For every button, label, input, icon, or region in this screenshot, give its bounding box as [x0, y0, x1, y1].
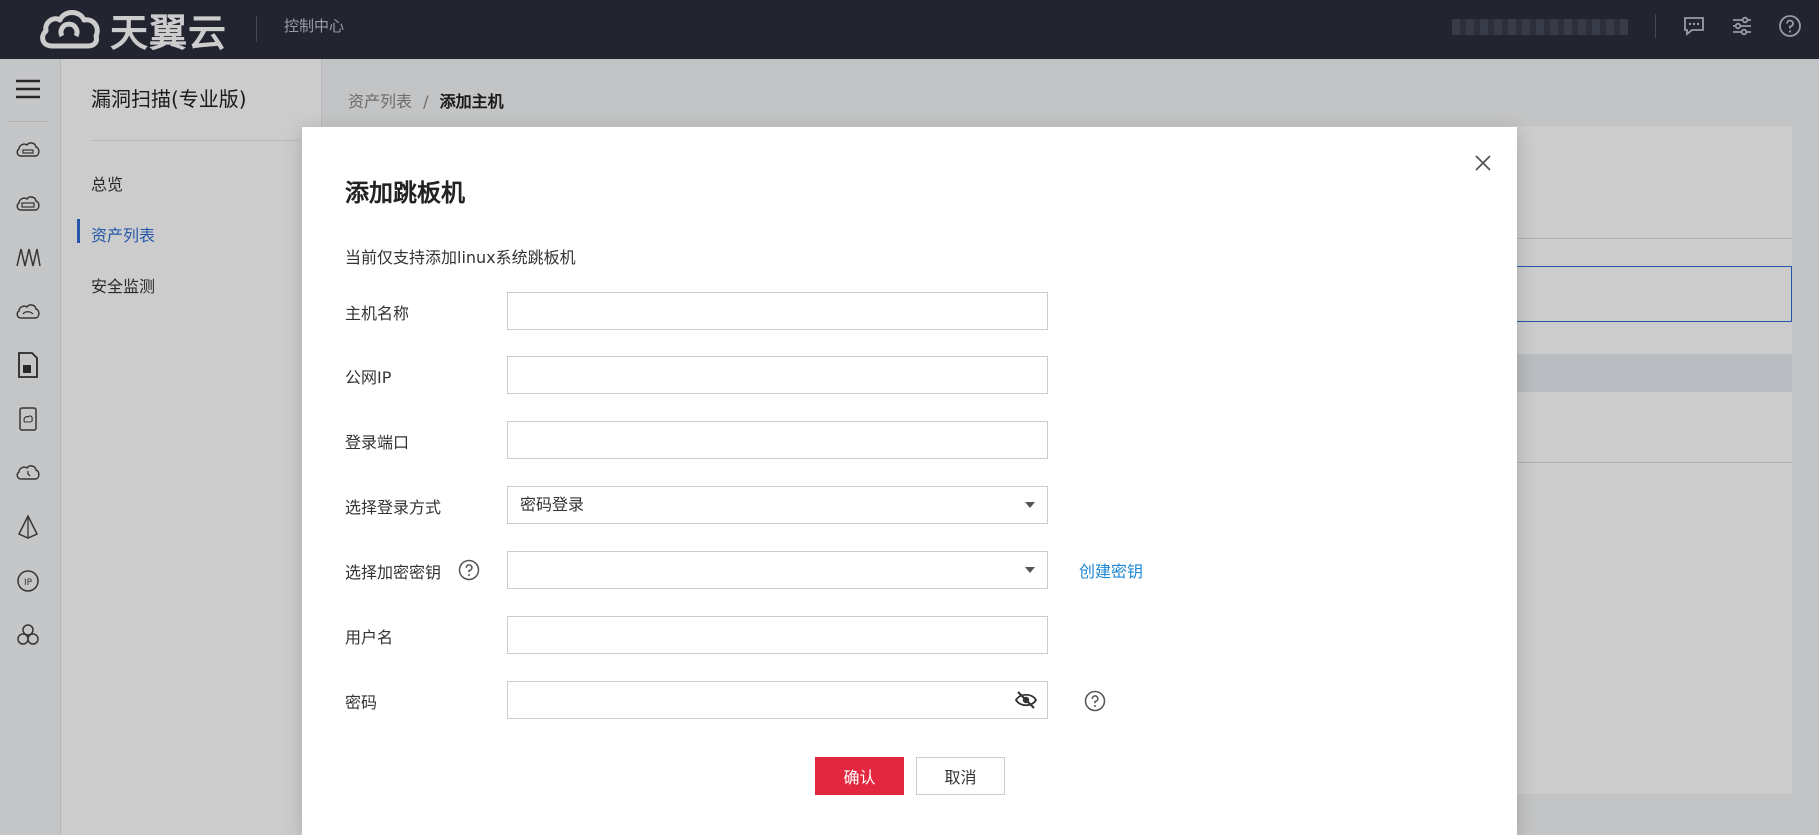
eye-hidden-icon[interactable] — [1014, 688, 1038, 712]
chevron-down-icon — [1025, 567, 1035, 573]
host-name-input[interactable] — [507, 292, 1048, 330]
username-label: 用户名 — [345, 628, 394, 647]
modal-title: 添加跳板机 — [345, 179, 465, 207]
public-ip-input[interactable] — [507, 356, 1048, 394]
password-input[interactable] — [507, 681, 1048, 719]
encryption-key-select[interactable] — [507, 551, 1048, 589]
password-label: 密码 — [345, 693, 378, 712]
login-port-input[interactable] — [507, 421, 1048, 459]
modal-note: 当前仅支持添加linux系统跳板机 — [345, 248, 576, 267]
create-key-link[interactable]: 创建密钥 — [1079, 558, 1143, 582]
login-method-value: 密码登录 — [520, 495, 585, 514]
question-circle-icon[interactable] — [457, 558, 481, 582]
username-input[interactable] — [507, 616, 1048, 654]
login-method-select[interactable]: 密码登录 — [507, 486, 1048, 524]
login-method-label: 选择登录方式 — [345, 498, 442, 517]
public-ip-label: 公网IP — [345, 368, 392, 387]
cancel-button[interactable]: 取消 — [916, 757, 1005, 795]
login-port-label: 登录端口 — [345, 433, 410, 452]
close-icon[interactable] — [1469, 149, 1497, 177]
password-help-icon[interactable] — [1083, 689, 1107, 713]
password-field-wrapper — [507, 681, 1048, 719]
confirm-button[interactable]: 确认 — [815, 757, 904, 795]
add-jump-server-modal: 添加跳板机 当前仅支持添加linux系统跳板机 主机名称 公网IP 登录端口 选… — [302, 127, 1517, 835]
host-name-label: 主机名称 — [345, 304, 410, 323]
chevron-down-icon — [1025, 502, 1035, 508]
encryption-key-label: 选择加密密钥 — [345, 563, 442, 582]
